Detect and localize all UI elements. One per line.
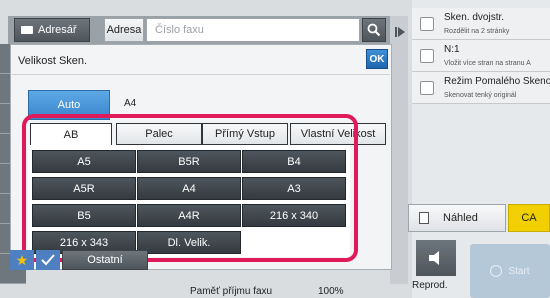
start-icon: [490, 265, 503, 277]
speaker-button[interactable]: [416, 240, 456, 276]
size-button-long-size[interactable]: Dl. Velik.: [137, 231, 241, 254]
divider: [12, 74, 390, 75]
tab-palec[interactable]: Palec: [116, 123, 202, 145]
speaker-label: Reprod.: [412, 280, 448, 291]
preview-label: Náhled: [443, 212, 478, 224]
preview-button[interactable]: Náhled: [408, 204, 506, 232]
memory-value: 100%: [318, 286, 344, 297]
check-button[interactable]: [36, 250, 60, 270]
others-button[interactable]: Ostatní: [62, 250, 148, 270]
document-icon: [419, 212, 429, 224]
size-button-216x340[interactable]: 216 x 340: [242, 204, 346, 227]
option-title: Sken. dvojstr.: [444, 12, 505, 23]
expand-arrow-icon[interactable]: [395, 27, 405, 37]
fax-screen: Adresář Adresa Číslo faxu Velikost Sken.…: [0, 0, 550, 298]
address-button[interactable]: Adresa: [104, 18, 144, 42]
checkbox[interactable]: [420, 17, 434, 31]
panel-divider: [390, 16, 408, 284]
size-button-a4r[interactable]: A4R: [137, 204, 241, 227]
fax-number-input[interactable]: Číslo faxu: [146, 18, 360, 42]
option-slow-scan[interactable]: Režim Pomalého Skenování Skenovat tenký …: [412, 72, 550, 104]
fax-number-placeholder: Číslo faxu: [155, 24, 204, 36]
size-button-b4[interactable]: B4: [242, 150, 346, 173]
size-label: B4: [287, 155, 301, 168]
option-title: Režim Pomalého Skenování: [444, 76, 550, 87]
speaker-icon: [429, 251, 439, 265]
book-icon: [21, 26, 33, 34]
size-label: B5: [77, 209, 91, 222]
checkbox[interactable]: [420, 81, 434, 95]
start-label: Start: [508, 265, 530, 277]
size-button-a4[interactable]: A4: [137, 177, 241, 200]
size-label: A5R: [73, 182, 95, 195]
auto-detected-size: A4: [124, 98, 137, 109]
start-button[interactable]: Start: [470, 244, 550, 298]
size-label: A4: [182, 182, 196, 195]
size-button-b5[interactable]: B5: [32, 204, 136, 227]
checkmark-icon: [41, 254, 55, 266]
size-label: A4R: [178, 209, 200, 222]
size-button-a3[interactable]: A3: [242, 177, 346, 200]
option-subtitle: Skenovat tenký originál: [444, 92, 517, 99]
size-button-b5r[interactable]: B5R: [137, 150, 241, 173]
tab-direct-entry[interactable]: Přímý Vstup: [202, 123, 288, 145]
option-title: N:1: [444, 44, 460, 55]
tab-ab[interactable]: AB: [30, 123, 112, 145]
tab-label: Vlastní Velikost: [300, 128, 376, 140]
auto-button[interactable]: Auto: [28, 90, 110, 120]
option-duplex-scan[interactable]: Sken. dvojstr. Rozdělit na 2 stránky: [412, 8, 550, 40]
option-subtitle: Rozdělit na 2 stránky: [444, 28, 510, 35]
tab-label: AB: [63, 128, 79, 141]
address-book-button[interactable]: Adresář: [14, 18, 90, 42]
dialog-title: Velikost Sken.: [18, 55, 88, 67]
size-label: A3: [287, 182, 301, 195]
tab-custom-size[interactable]: Vlastní Velikost: [290, 123, 386, 145]
ok-label: OK: [369, 53, 385, 65]
size-button-a5[interactable]: A5: [32, 150, 136, 173]
option-n-up[interactable]: N:1 Vložit více stran na stranu A: [412, 40, 550, 72]
search-button[interactable]: [362, 18, 386, 42]
size-label: 216 x 340: [269, 209, 319, 222]
address-label: Adresa: [106, 24, 142, 36]
tab-label: Přímý Vstup: [215, 128, 275, 140]
others-label: Ostatní: [87, 254, 123, 266]
checkbox[interactable]: [420, 49, 434, 63]
ok-button[interactable]: OK: [366, 49, 388, 69]
ca-label: CA: [521, 212, 537, 224]
clear-all-button[interactable]: CA: [508, 204, 550, 232]
memory-label: Paměť příjmu faxu: [190, 286, 273, 297]
option-subtitle: Vložit více stran na stranu A: [444, 60, 531, 67]
star-icon: ★: [15, 251, 29, 268]
auto-label: Auto: [57, 99, 81, 111]
size-label: Dl. Velik.: [167, 236, 211, 249]
size-label: A5: [77, 155, 91, 168]
favorites-button[interactable]: ★: [10, 250, 34, 270]
size-button-a5r[interactable]: A5R: [32, 177, 136, 200]
size-label: B5R: [178, 155, 200, 168]
search-icon: [367, 23, 381, 37]
size-label: 216 x 343: [59, 236, 109, 249]
tab-label: Palec: [145, 128, 173, 140]
address-book-label: Adresář: [38, 24, 77, 36]
